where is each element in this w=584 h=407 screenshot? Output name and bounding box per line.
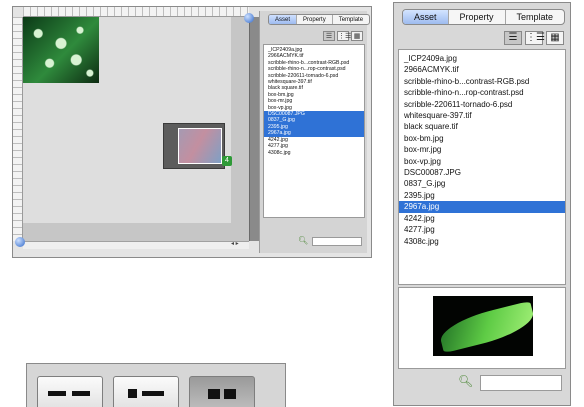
list-item[interactable]: 2966ACMYK.tif <box>399 64 565 75</box>
zoom-control[interactable]: ◂ ▸ <box>231 240 239 247</box>
detail-view-icon[interactable]: ⋮☰ <box>337 31 351 41</box>
horizontal-scrollbar[interactable] <box>23 241 249 249</box>
thumbnail-view-icon[interactable]: ▦ <box>546 31 564 45</box>
list-item[interactable]: 4242.jpg <box>399 213 565 224</box>
list-item[interactable]: DSC00087.JPG <box>399 167 565 178</box>
panel-tabs: Asset Property Template <box>402 9 566 25</box>
leaf-preview-image <box>433 296 533 356</box>
detail-view-icon <box>128 389 137 398</box>
tab-asset[interactable]: Asset <box>269 15 298 24</box>
tab-property[interactable]: Property <box>449 10 506 24</box>
list-view-icon <box>48 391 66 396</box>
detail-view-icon-bar <box>142 391 164 396</box>
view-buttons: ☰ ⋮☰ ▦ <box>504 31 564 45</box>
water-drops-image[interactable] <box>23 17 99 83</box>
tab-template[interactable]: Template <box>333 15 369 24</box>
list-item[interactable]: black square.tif <box>399 121 565 132</box>
search-icon: 🔍︎ <box>458 374 474 388</box>
list-view-icon[interactable]: ☰ <box>504 31 522 45</box>
vertical-ruler <box>13 17 23 241</box>
list-view-button[interactable] <box>37 376 103 407</box>
detail-view-icon[interactable]: ⋮☰ <box>525 31 545 45</box>
thumbnail-view-icon-square <box>224 389 236 399</box>
drag-preview: 4 <box>163 123 232 169</box>
vertical-scrollbar[interactable] <box>249 17 259 241</box>
asset-panel-small: Asset Property Template ☰ ⋮☰ ▦ _ICP2409a… <box>259 11 371 253</box>
list-item[interactable]: whitesquare-397.tif <box>399 110 565 121</box>
asset-panel: Asset Property Template ☰ ⋮☰ ▦ _ICP2409a… <box>393 2 571 406</box>
file-list[interactable]: _ICP2409a.jpg 2966ACMYK.tif scribble-rhi… <box>398 49 566 285</box>
scroll-knob[interactable] <box>244 13 254 23</box>
list-item[interactable]: 4308c.jpg <box>264 150 364 156</box>
search-icon: 🔍︎ <box>298 236 309 245</box>
layout-window: 4 ◂ ▸ Asset Property Template ☰ ⋮☰ ▦ _IC… <box>12 6 372 258</box>
list-item[interactable]: scribble-rhino-b...contrast-RGB.psd <box>399 76 565 87</box>
list-item[interactable]: 4277.jpg <box>399 224 565 235</box>
list-item[interactable]: _ICP2409a.jpg <box>399 53 565 64</box>
layout-canvas[interactable]: 4 <box>23 17 249 241</box>
view-buttons-zoom <box>26 363 286 407</box>
page-navigator-knob[interactable] <box>15 237 25 247</box>
detail-view-button[interactable] <box>113 376 179 407</box>
file-list-small[interactable]: _ICP2409a.jpg 2966ACMYK.tif scribble-rhi… <box>263 44 365 218</box>
thumbnail-view-icon[interactable]: ▦ <box>351 31 363 41</box>
list-item[interactable]: box-bm.jpg <box>399 133 565 144</box>
list-view-icon-bar <box>72 391 90 396</box>
list-item[interactable]: scribble-220611-tornado-6.psd <box>399 99 565 110</box>
list-item[interactable]: box-vp.jpg <box>399 156 565 167</box>
drag-count-badge: 4 <box>222 156 232 166</box>
horizontal-ruler <box>23 7 249 17</box>
list-item-selected[interactable]: 2967a.jpg <box>399 201 565 213</box>
search-input-small[interactable] <box>312 237 362 246</box>
leaf-shape <box>436 300 533 354</box>
panel-tabs-small: Asset Property Template <box>268 14 371 25</box>
search-input[interactable] <box>480 375 562 391</box>
asset-preview <box>398 287 566 369</box>
list-item[interactable]: 2395.jpg <box>399 190 565 201</box>
view-buttons-small: ☰ ⋮☰ ▦ <box>323 31 363 41</box>
thumbnail-view-icon <box>208 389 220 399</box>
thumbnail-view-button[interactable] <box>189 376 255 407</box>
list-item[interactable]: box-mr.jpg <box>399 144 565 155</box>
tab-property[interactable]: Property <box>297 15 333 24</box>
list-item[interactable]: 4308c.jpg <box>399 236 565 247</box>
list-item[interactable]: scribble-rhino-n...rop-contrast.psd <box>399 87 565 98</box>
tab-asset[interactable]: Asset <box>403 10 449 24</box>
tab-template[interactable]: Template <box>506 10 565 24</box>
drag-thumbnail <box>178 128 222 164</box>
list-view-icon[interactable]: ☰ <box>323 31 335 41</box>
list-item[interactable]: 0837_G.jpg <box>399 178 565 189</box>
